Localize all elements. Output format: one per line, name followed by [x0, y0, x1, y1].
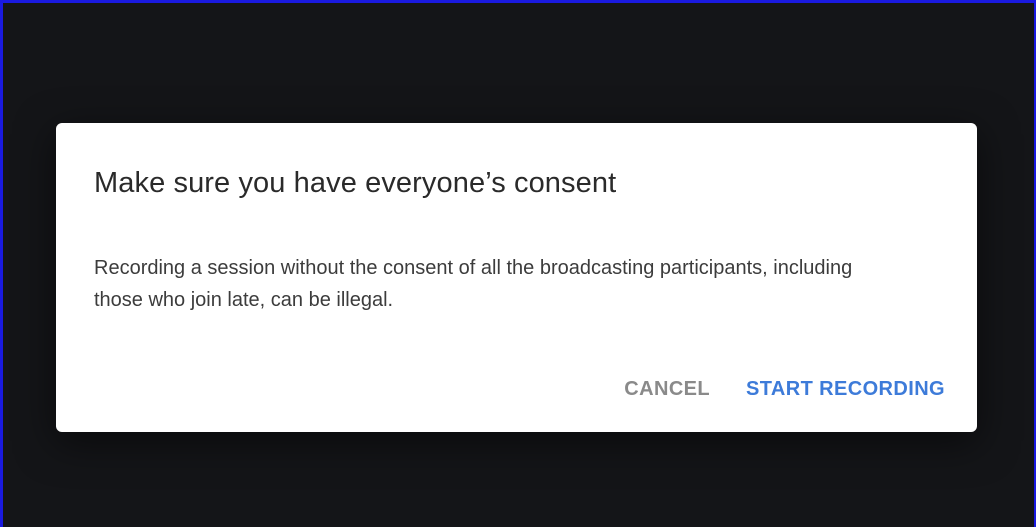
app-window: Make sure you have everyone’s consent Re…: [0, 0, 1036, 527]
dialog-title: Make sure you have everyone’s consent: [94, 167, 617, 199]
cancel-button[interactable]: CANCEL: [618, 374, 716, 405]
dialog-actions: CANCEL START RECORDING: [618, 374, 951, 405]
dialog-message: Recording a session without the consent …: [94, 257, 853, 311]
start-recording-button[interactable]: START RECORDING: [740, 374, 951, 405]
consent-dialog: Make sure you have everyone’s consent Re…: [56, 123, 977, 432]
